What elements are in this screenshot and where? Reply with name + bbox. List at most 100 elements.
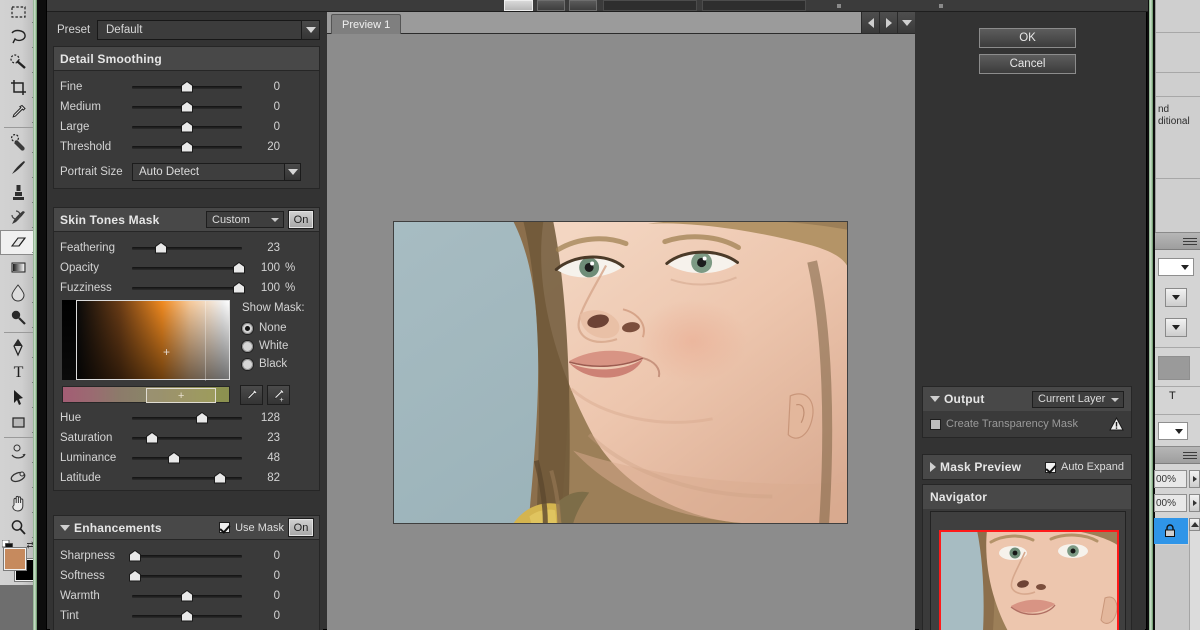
color-swatches[interactable]: ⇄ <box>0 539 37 586</box>
detail-medium-handle[interactable] <box>181 101 194 113</box>
history-brush-icon[interactable] <box>0 205 37 230</box>
chevron-down-icon[interactable] <box>284 163 301 181</box>
dialog-toolbar[interactable] <box>47 0 1148 12</box>
enh-softness-handle[interactable] <box>129 570 142 582</box>
skincolor-hue-handle[interactable] <box>196 412 209 424</box>
hue-range-strip[interactable]: + <box>62 386 230 403</box>
host-fill-stepper[interactable] <box>1165 318 1187 337</box>
enhancements-on-toggle[interactable]: On <box>289 519 313 536</box>
host-layer-thumb[interactable] <box>1158 356 1190 380</box>
cancel-button[interactable]: Cancel <box>979 54 1076 74</box>
photoshop-toolbox[interactable]: T ⇄ <box>0 0 37 630</box>
magic-wand-icon[interactable] <box>0 50 37 75</box>
lasso-icon[interactable] <box>0 25 37 50</box>
skin-mask-mode-dropdown[interactable]: Custom <box>206 211 284 228</box>
toolbar-field-1[interactable] <box>603 0 697 11</box>
pen-icon[interactable] <box>0 335 37 360</box>
show-mask-option-black[interactable]: Black <box>242 355 305 373</box>
blur-icon[interactable] <box>0 280 37 305</box>
section-header-enhancements[interactable]: Enhancements Use Mask On <box>54 516 319 540</box>
skin-opacity-slider[interactable] <box>132 258 245 278</box>
host-zoom-stepper-2[interactable] <box>1189 494 1200 512</box>
host-blend-mode-field[interactable] <box>1158 258 1194 276</box>
skin-opacity-handle[interactable] <box>232 262 245 274</box>
skincolor-luminance-slider[interactable] <box>132 448 242 468</box>
skin-feathering-slider[interactable] <box>132 238 242 258</box>
eyedropper-add-icon[interactable]: + <box>267 385 290 405</box>
gradient-icon[interactable] <box>0 255 37 280</box>
prev-arrow-icon[interactable] <box>861 12 879 33</box>
host-zoom-field-2[interactable]: 00% <box>1154 494 1187 512</box>
clone-stamp-icon[interactable] <box>0 180 37 205</box>
toolbar-split-view-button[interactable] <box>569 0 597 11</box>
show-mask-option-white[interactable]: White <box>242 337 305 355</box>
host-scroll-up-button[interactable] <box>1189 518 1200 531</box>
use-mask-checkbox[interactable] <box>219 522 231 533</box>
panel-menu-icon-2[interactable] <box>1183 452 1197 461</box>
chevron-right-icon[interactable] <box>930 462 936 472</box>
3d-rotate-icon[interactable] <box>0 440 37 465</box>
preview-tab-nav[interactable] <box>861 12 915 33</box>
host-layer-field[interactable] <box>1158 422 1188 440</box>
color-field-gradient[interactable]: + <box>76 300 230 381</box>
enh-tint-handle[interactable] <box>181 610 194 622</box>
dodge-icon[interactable] <box>0 305 37 330</box>
tab-dropdown-icon[interactable] <box>897 12 915 33</box>
detail-threshold-handle[interactable] <box>181 141 194 153</box>
skin-mask-on-toggle[interactable]: On <box>289 211 313 228</box>
navigator-view[interactable] <box>930 511 1126 630</box>
enh-sharpness-handle[interactable] <box>129 550 142 562</box>
output-target-dropdown[interactable]: Current Layer <box>1032 390 1124 408</box>
chevron-down-icon[interactable] <box>60 524 70 531</box>
toolbar-zoom-fit-button[interactable] <box>504 0 533 11</box>
preview-tab[interactable]: Preview 1 <box>331 14 402 34</box>
skincolor-saturation-handle[interactable] <box>145 432 158 444</box>
host-zoom-field-1[interactable]: 00% <box>1154 470 1187 488</box>
host-panel-tab-bar[interactable] <box>1155 232 1200 250</box>
eraser-icon[interactable] <box>0 230 37 255</box>
host-opacity-stepper[interactable] <box>1165 288 1187 307</box>
enh-warmth-slider[interactable] <box>132 586 242 606</box>
chevron-down-icon[interactable] <box>301 20 320 40</box>
radio-white-icon[interactable] <box>242 340 253 352</box>
preview-canvas[interactable] <box>327 34 915 630</box>
toolbar-zoom-100-button[interactable] <box>537 0 565 11</box>
shape-icon[interactable] <box>0 410 37 435</box>
rectangular-marquee-icon[interactable] <box>0 0 37 25</box>
section-header-navigator[interactable]: Navigator <box>923 485 1131 509</box>
skin-fuzziness-slider[interactable] <box>132 278 245 298</box>
section-header-mask-preview[interactable]: Mask Preview Auto Expand <box>923 455 1131 479</box>
skin-fuzziness-handle[interactable] <box>232 282 245 294</box>
enh-warmth-handle[interactable] <box>181 590 194 602</box>
radio-black-icon[interactable] <box>242 358 253 370</box>
detail-fine-slider[interactable] <box>132 77 242 97</box>
brush-icon[interactable] <box>0 155 37 180</box>
toolbar-field-2[interactable] <box>702 0 806 11</box>
skin-tone-color-field[interactable]: + <box>62 300 230 381</box>
type-icon[interactable]: T <box>0 360 37 385</box>
chevron-down-icon[interactable] <box>930 396 940 402</box>
host-layer-list[interactable] <box>1155 545 1189 630</box>
hue-range-selection[interactable]: + <box>146 388 216 403</box>
enh-brightness-slider[interactable] <box>132 626 242 630</box>
show-mask-option-none[interactable]: None <box>242 319 305 337</box>
ok-button[interactable]: OK <box>979 28 1076 48</box>
host-selected-layer-row[interactable] <box>1154 518 1188 544</box>
photoshop-right-panels[interactable]: nd ditional T 00% 00% <box>1154 0 1200 630</box>
auto-expand-checkbox[interactable] <box>1045 461 1056 473</box>
skincolor-latitude-slider[interactable] <box>132 468 242 488</box>
healing-brush-icon[interactable] <box>0 130 37 155</box>
crop-icon[interactable] <box>0 75 37 100</box>
foreground-color-swatch[interactable] <box>4 548 26 570</box>
preview-photo[interactable] <box>393 221 848 524</box>
hand-icon[interactable] <box>0 490 37 515</box>
3d-orbit-icon[interactable] <box>0 465 37 490</box>
next-arrow-icon[interactable] <box>879 12 897 33</box>
host-panel-scrollbar[interactable] <box>1189 531 1200 630</box>
detail-threshold-slider[interactable] <box>132 137 242 157</box>
skincolor-latitude-handle[interactable] <box>214 472 227 484</box>
preset-dropdown[interactable]: Default <box>97 20 320 40</box>
radio-none-icon[interactable] <box>242 322 253 334</box>
detail-medium-slider[interactable] <box>132 97 242 117</box>
preview-tab-bar[interactable]: Preview 1 <box>327 12 915 34</box>
